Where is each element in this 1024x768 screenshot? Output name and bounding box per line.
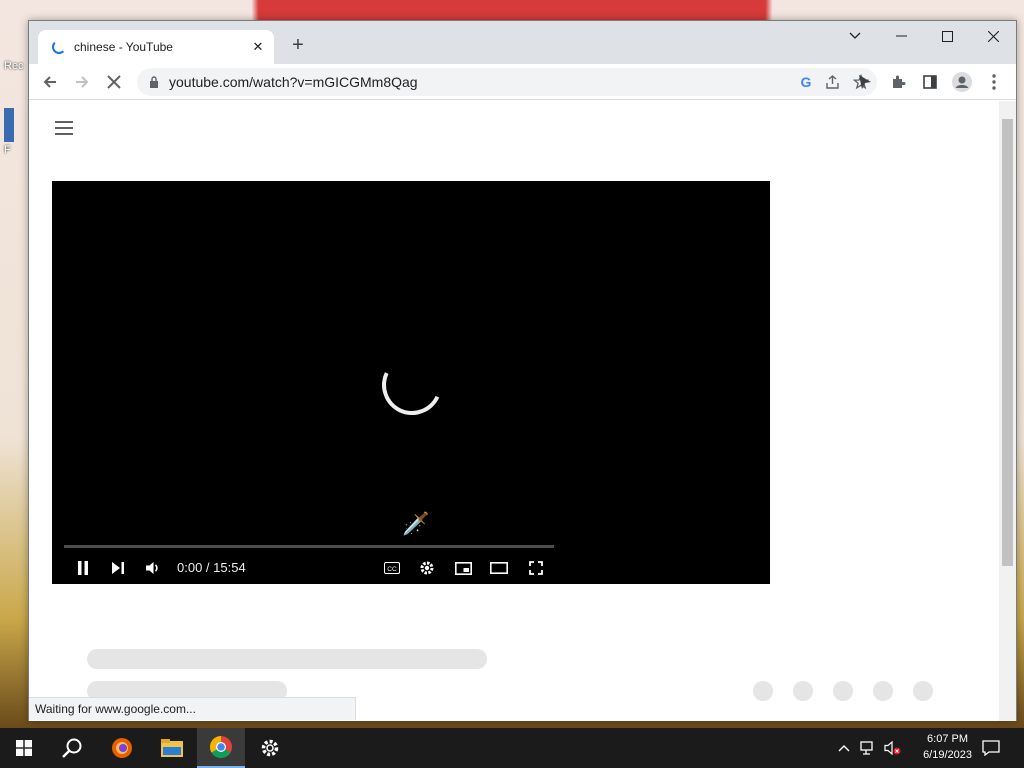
pause-button[interactable] (74, 559, 92, 577)
desktop-icon-label: F (4, 144, 11, 156)
action-placeholder (833, 681, 853, 701)
stop-button[interactable] (101, 69, 127, 95)
arrow-left-icon (43, 76, 56, 88)
action-placeholder (793, 681, 813, 701)
forward-button[interactable] (69, 69, 95, 95)
google-lens-icon[interactable]: G (793, 74, 819, 90)
close-icon (987, 30, 999, 42)
page-viewport: 🗡️ 0:00 / 15:54 CC (29, 101, 1000, 721)
gear-icon (261, 739, 279, 757)
profile-button[interactable] (949, 69, 975, 95)
side-panel-button[interactable] (917, 69, 943, 95)
lock-icon (150, 76, 158, 88)
windows-logo-icon (16, 740, 32, 756)
kebab-menu-icon (992, 74, 996, 90)
browser-toolbar: youtube.com/watch?v=mGICGMm8Qag G (29, 64, 1016, 100)
puzzle-icon (893, 75, 906, 88)
maximize-icon (941, 30, 953, 42)
pause-icon (78, 561, 88, 575)
desktop-icon-label: Rec (4, 60, 24, 72)
close-window-button[interactable] (970, 21, 1016, 51)
time-display: 0:00 / 15:54 (177, 560, 246, 575)
hamburger-menu-icon[interactable] (55, 121, 73, 135)
taskbar-firefox[interactable] (98, 728, 146, 768)
menu-button[interactable] (981, 69, 1007, 95)
minimize-icon (895, 35, 907, 37)
tab-strip: chinese - YouTube ✕ + (29, 21, 1016, 64)
address-bar[interactable]: youtube.com/watch?v=mGICGMm8Qag G (137, 68, 877, 96)
arrow-right-icon (76, 76, 89, 88)
minimize-button[interactable] (878, 21, 924, 51)
tab-search-button[interactable] (832, 21, 878, 51)
search-button[interactable] (48, 728, 96, 768)
side-panel-icon (923, 75, 937, 89)
next-icon (112, 562, 124, 574)
network-icon[interactable] (860, 741, 876, 755)
miniplayer-button[interactable] (453, 559, 473, 577)
scroll-thumb[interactable] (1002, 119, 1013, 566)
taskbar-file-explorer[interactable] (148, 728, 196, 768)
loading-spinner-icon (52, 40, 66, 54)
taskbar-chrome[interactable] (197, 728, 245, 768)
sword-cursor-icon: 🗡️ (402, 511, 430, 536)
firefox-icon (112, 738, 132, 758)
volume-icon (146, 562, 158, 574)
clock-time: 6:07 PM (927, 733, 969, 745)
chevron-up-icon[interactable] (838, 744, 850, 752)
system-tray (838, 728, 902, 768)
loading-spinner-icon (373, 346, 451, 424)
clock-date: 6/19/2023 (923, 749, 972, 761)
maximize-button[interactable] (924, 21, 970, 51)
new-tab-button[interactable]: + (287, 35, 309, 57)
svg-text:CC: CC (387, 566, 397, 573)
cursor-arrow-icon (859, 75, 871, 89)
chrome-icon (210, 736, 232, 758)
title-placeholder (87, 649, 487, 669)
fullscreen-button[interactable] (526, 559, 546, 577)
settings-button[interactable] (417, 559, 437, 577)
theater-mode-button[interactable] (489, 559, 509, 577)
video-player[interactable]: 🗡️ 0:00 / 15:54 CC (52, 181, 770, 584)
gear-icon (420, 561, 434, 575)
taskbar: 6:07 PM 6/19/2023 (0, 728, 1024, 768)
action-placeholder (753, 681, 773, 701)
tab-title: chinese - YouTube (74, 40, 173, 54)
status-bubble: Waiting for www.google.com... (29, 697, 356, 720)
search-icon (62, 738, 82, 758)
clock[interactable]: 6:07 PM 6/19/2023 (923, 731, 972, 763)
tab-close-icon[interactable]: ✕ (250, 39, 266, 55)
fullscreen-icon (529, 561, 543, 575)
player-controls: 0:00 / 15:54 CC (52, 553, 770, 583)
next-button[interactable] (109, 559, 127, 577)
desktop-icon-recycle-bin[interactable]: Rec (4, 60, 28, 72)
taskbar-settings[interactable] (246, 728, 294, 768)
shortcut-icon (4, 108, 14, 142)
chevron-down-icon (849, 32, 861, 39)
action-placeholder (913, 681, 933, 701)
theater-icon (490, 562, 508, 574)
notification-icon (982, 740, 1000, 756)
stop-x-icon (107, 75, 121, 89)
captions-icon: CC (384, 562, 400, 574)
volume-muted-icon[interactable] (884, 741, 902, 755)
start-button[interactable] (0, 728, 48, 768)
avatar-icon (952, 72, 972, 92)
browser-window: chinese - YouTube ✕ + youtube.com/watch?… (28, 20, 1017, 721)
progress-bar[interactable] (64, 545, 554, 548)
notifications-button[interactable] (968, 728, 1014, 768)
tab-youtube[interactable]: chinese - YouTube ✕ (38, 30, 274, 64)
url-text[interactable]: youtube.com/watch?v=mGICGMm8Qag (169, 74, 793, 90)
volume-button[interactable] (144, 559, 162, 577)
desktop-icon-shortcut[interactable]: F (4, 108, 28, 156)
extension-cursor-button[interactable] (852, 69, 878, 95)
back-button[interactable] (37, 69, 63, 95)
folder-icon (161, 739, 183, 757)
miniplayer-icon (454, 561, 472, 575)
vertical-scrollbar[interactable] (999, 101, 1016, 721)
extensions-button[interactable] (885, 69, 911, 95)
subtitles-button[interactable]: CC (382, 559, 402, 577)
share-icon[interactable] (825, 74, 841, 90)
action-placeholder (873, 681, 893, 701)
